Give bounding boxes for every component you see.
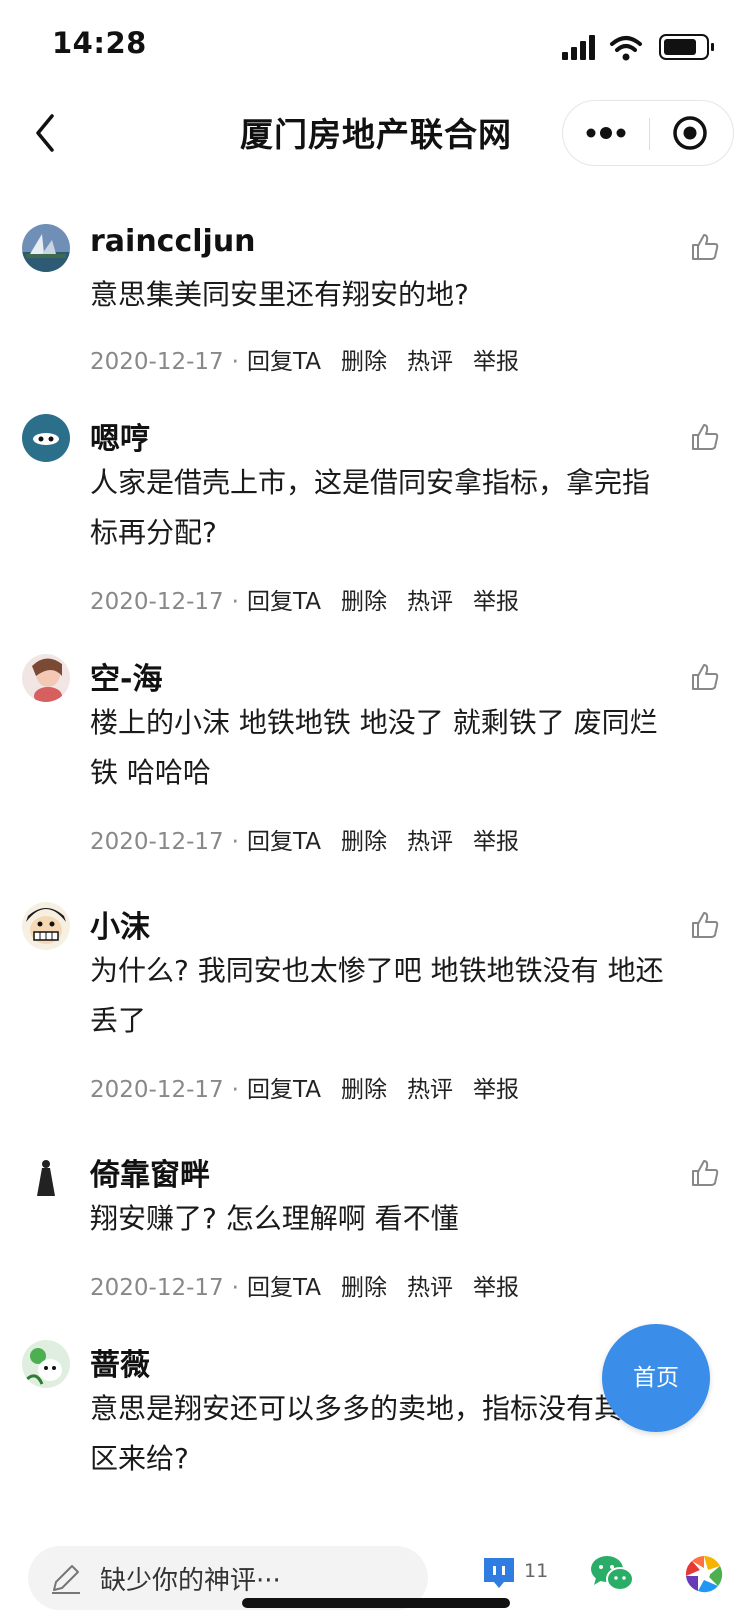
comment-date: 2020-12-17 xyxy=(90,589,224,615)
comment-line: 楼上的小沫 地铁地铁 地没了 就剩铁了 废同烂 xyxy=(90,706,658,739)
reply-button[interactable]: 回复TA xyxy=(247,1275,321,1301)
reply-button[interactable]: 回复TA xyxy=(247,1077,321,1103)
meta-separator: · xyxy=(231,589,239,615)
mini-program-capsule xyxy=(562,100,734,166)
avatar[interactable] xyxy=(22,1150,70,1198)
moments-share-icon[interactable] xyxy=(684,1554,724,1594)
delete-button[interactable]: 删除 xyxy=(341,829,387,855)
comment-line: 丢了 xyxy=(90,1004,147,1037)
battery-icon xyxy=(659,34,714,60)
comment-count: 11 xyxy=(524,1560,549,1582)
hot-comment-button[interactable]: 热评 xyxy=(407,1077,453,1103)
report-button[interactable]: 举报 xyxy=(473,1275,519,1301)
comment-date: 2020-12-17 xyxy=(90,1275,224,1301)
comment-line: 人家是借壳上市，这是借同安拿指标，拿完指 xyxy=(90,466,651,499)
comment-line: 铁 哈哈哈 xyxy=(90,756,211,789)
report-button[interactable]: 举报 xyxy=(473,349,519,375)
thumbs-up-icon[interactable] xyxy=(690,1158,720,1188)
hot-comment-button[interactable]: 热评 xyxy=(407,589,453,615)
avatar[interactable] xyxy=(22,224,70,272)
comment-item: 小沫 为什么? 我同安也太惨了吧 地铁地铁没有 地还 丢了 2020-12-17… xyxy=(0,898,752,1128)
comment-username[interactable]: 小沫 xyxy=(90,902,150,946)
comment-meta: 2020-12-17 · 回复TA 删除 热评 举报 xyxy=(90,582,539,616)
comment-line: 区来给? xyxy=(90,1442,189,1475)
avatar[interactable] xyxy=(22,654,70,702)
reply-button[interactable]: 回复TA xyxy=(247,349,321,375)
comment-content: 翔安赚了? 怎么理解啊 看不懂 xyxy=(90,1194,710,1244)
comment-placeholder: 缺少你的神评··· xyxy=(100,1566,281,1596)
wechat-icon[interactable] xyxy=(590,1554,634,1592)
reply-button[interactable]: 回复TA xyxy=(247,589,321,615)
comment-content: 为什么? 我同安也太惨了吧 地铁地铁没有 地还 丢了 xyxy=(90,946,710,1046)
thumbs-up-icon[interactable] xyxy=(690,910,720,940)
delete-button[interactable]: 删除 xyxy=(341,589,387,615)
comment-date: 2020-12-17 xyxy=(90,829,224,855)
thumbs-up-icon[interactable] xyxy=(690,422,720,452)
hot-comment-button[interactable]: 热评 xyxy=(407,1275,453,1301)
comment-icon[interactable] xyxy=(482,1556,516,1590)
comment-date: 2020-12-17 xyxy=(90,349,224,375)
avatar[interactable] xyxy=(22,414,70,462)
thumbs-up-icon[interactable] xyxy=(690,662,720,692)
home-button[interactable]: 首页 xyxy=(602,1324,710,1432)
hot-comment-button[interactable]: 热评 xyxy=(407,349,453,375)
status-bar: 14:28 xyxy=(0,0,752,90)
comment-username[interactable]: 空-海 xyxy=(90,654,162,698)
meta-separator: · xyxy=(231,349,239,375)
more-dots-icon[interactable] xyxy=(563,101,648,165)
target-icon[interactable] xyxy=(650,101,734,165)
comment-line: 翔安赚了? 怎么理解啊 看不懂 xyxy=(90,1202,459,1235)
comment-meta: 2020-12-17 · 回复TA 删除 热评 举报 xyxy=(90,1268,539,1302)
comment-username[interactable]: 倚靠窗畔 xyxy=(90,1150,210,1194)
home-indicator xyxy=(242,1598,510,1608)
comment-username[interactable]: 嗯哼 xyxy=(90,414,150,458)
pencil-icon xyxy=(52,1565,80,1594)
avatar[interactable] xyxy=(22,902,70,950)
comment-line: 意思集美同安里还有翔安的地? xyxy=(90,278,469,311)
thumbs-up-icon[interactable] xyxy=(690,232,720,262)
comment-meta: 2020-12-17 · 回复TA 删除 热评 举报 xyxy=(90,1070,539,1104)
comment-line: 为什么? 我同安也太惨了吧 地铁地铁没有 地还 xyxy=(90,954,664,987)
bottom-bar: 缺少你的神评··· 11 xyxy=(0,1526,752,1624)
comment-date: 2020-12-17 xyxy=(90,1077,224,1103)
reply-button[interactable]: 回复TA xyxy=(247,829,321,855)
hot-comment-button[interactable]: 热评 xyxy=(407,829,453,855)
meta-separator: · xyxy=(231,829,239,855)
comment-item: 嗯哼 人家是借壳上市，这是借同安拿指标，拿完指 标再分配? 2020-12-17… xyxy=(0,410,752,640)
report-button[interactable]: 举报 xyxy=(473,589,519,615)
status-time: 14:28 xyxy=(52,26,147,60)
wifi-icon xyxy=(610,36,642,61)
delete-button[interactable]: 删除 xyxy=(341,1275,387,1301)
meta-separator: · xyxy=(231,1077,239,1103)
comment-line: 标再分配? xyxy=(90,516,217,549)
comment-item: rainccljun 意思集美同安里还有翔安的地? 2020-12-17 · 回复T… xyxy=(0,220,752,400)
comment-item: 倚靠窗畔 翔安赚了? 怎么理解啊 看不懂 2020-12-17 · 回复TA 删除 热评… xyxy=(0,1146,752,1326)
comment-meta: 2020-12-17 · 回复TA 删除 热评 举报 xyxy=(90,342,539,376)
avatar[interactable] xyxy=(22,1340,70,1388)
report-button[interactable]: 举报 xyxy=(473,829,519,855)
comment-content: 意思集美同安里还有翔安的地? xyxy=(90,270,710,320)
report-button[interactable]: 举报 xyxy=(473,1077,519,1103)
comment-content: 人家是借壳上市，这是借同安拿指标，拿完指 标再分配? xyxy=(90,458,710,558)
delete-button[interactable]: 删除 xyxy=(341,1077,387,1103)
comment-meta: 2020-12-17 · 回复TA 删除 热评 举报 xyxy=(90,822,539,856)
comment-username[interactable]: rainccljun xyxy=(90,224,256,259)
comment-username[interactable]: 蔷薇 xyxy=(90,1340,150,1384)
comment-content: 楼上的小沫 地铁地铁 地没了 就剩铁了 废同烂 铁 哈哈哈 xyxy=(90,698,710,798)
nav-bar: 厦门房地产联合网 xyxy=(0,90,752,190)
delete-button[interactable]: 删除 xyxy=(341,349,387,375)
status-icons xyxy=(562,34,714,61)
comment-item: 空-海 楼上的小沫 地铁地铁 地没了 就剩铁了 废同烂 铁 哈哈哈 2020-1… xyxy=(0,650,752,880)
signal-icon xyxy=(562,35,595,60)
meta-separator: · xyxy=(231,1275,239,1301)
